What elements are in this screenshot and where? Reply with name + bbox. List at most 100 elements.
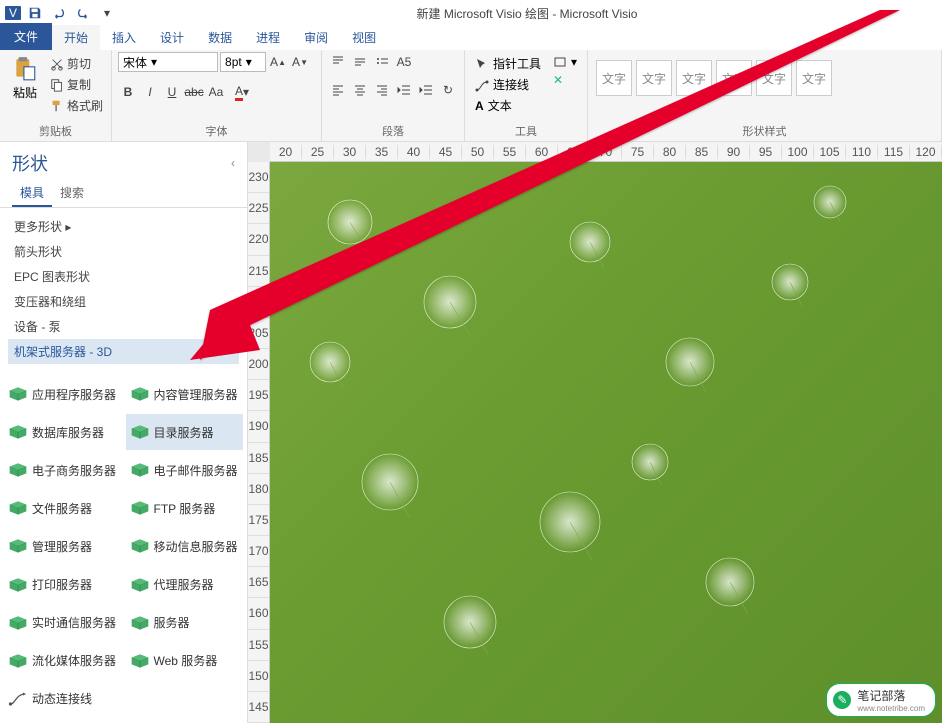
stencil-transformer[interactable]: 变压器和绕组 [8,289,239,314]
tab-insert[interactable]: 插入 [100,25,148,50]
shape-label: 服务器 [154,614,190,631]
shape-item[interactable]: 应用程序服务器 [4,376,122,412]
paste-button[interactable]: 粘贴 [6,52,44,101]
bold-button[interactable]: B [118,82,138,102]
shape-style-gallery[interactable]: 文字 文字 文字 文字 文字 文字 [594,52,834,100]
shape-item[interactable]: 数据库服务器 [4,414,122,450]
shape-item[interactable]: 目录服务器 [126,414,244,450]
tab-data[interactable]: 数据 [196,25,244,50]
shape-item[interactable]: 代理服务器 [126,567,244,603]
tab-file[interactable]: 文件 [0,23,52,50]
stencil-rack-server-3d[interactable]: 机架式服务器 - 3D [8,339,239,364]
shape-gallery: 应用程序服务器 内容管理服务器数据库服务器目录服务器电子商务服务器 电子邮件服务器文… [0,370,247,723]
shape-item[interactable]: FTP 服务器 [126,490,244,526]
shape-item[interactable]: 服务器 [126,605,244,641]
tab-view[interactable]: 视图 [340,25,388,50]
main-area: 形状 ‹ 模具 搜索 更多形状 ▸ 箭头形状 EPC 图表形状 变压器和绕组 设… [0,142,942,723]
shape-item[interactable]: 动态连接线 [4,681,243,717]
font-group-label: 字体 [118,121,315,141]
group-clipboard: 粘贴 剪切 复制 格式刷 剪贴板 [0,50,112,141]
grow-font-button[interactable]: A▲ [268,52,288,72]
save-icon[interactable] [26,4,44,22]
shapes-panel: 形状 ‹ 模具 搜索 更多形状 ▸ 箭头形状 EPC 图表形状 变压器和绕组 设… [0,142,248,723]
style-option-6[interactable]: 文字 [796,60,832,96]
shape-item[interactable]: 文件服务器 [4,490,122,526]
stencil-epc-shapes[interactable]: EPC 图表形状 [8,264,239,289]
format-painter-button[interactable]: 格式刷 [48,96,105,115]
style-option-5[interactable]: 文字 [756,60,792,96]
align-right-button[interactable] [372,80,392,100]
clipboard-group-label: 剪贴板 [6,121,105,141]
style-option-4[interactable]: 文字 [716,60,752,96]
title-bar: V ▾ 新建 Microsoft Visio 绘图 - Microsoft Vi… [0,0,942,26]
shape-label: 内容管理服务器 [154,386,238,403]
shape-label: 文件服务器 [32,500,92,517]
tools-group-label: 工具 [471,121,581,141]
paragraph-group-label: 段落 [328,121,458,141]
shape-item[interactable]: 管理服务器 [4,528,122,564]
cut-button[interactable]: 剪切 [48,54,105,73]
stencil-more-shapes[interactable]: 更多形状 ▸ [8,214,239,239]
underline-button[interactable]: U [162,82,182,102]
decrease-indent-button[interactable] [394,80,414,100]
align-left-button[interactable] [328,80,348,100]
shape-label: 流化媒体服务器 [32,652,116,669]
align-top-button[interactable] [328,52,348,72]
stencil-list: 更多形状 ▸ 箭头形状 EPC 图表形状 变压器和绕组 设备 - 泵 机架式服务… [0,208,247,370]
shape-label: 动态连接线 [32,690,92,707]
shape-label: 打印服务器 [32,576,92,593]
drawing-canvas[interactable] [270,162,942,723]
change-case-button[interactable]: Aa [206,82,226,102]
style-option-1[interactable]: 文字 [596,60,632,96]
shape-item[interactable]: 流化媒体服务器 [4,643,122,679]
italic-button[interactable]: I [140,82,160,102]
tab-home[interactable]: 开始 [52,25,100,50]
shapes-panel-title: 形状 [12,150,48,176]
stencil-arrow-shapes[interactable]: 箭头形状 [8,239,239,264]
visio-app-icon: V [4,4,22,22]
pointer-tool-button[interactable]: 指针工具 [471,54,545,73]
tab-process[interactable]: 进程 [244,25,292,50]
align-center-button[interactable] [350,80,370,100]
ruler-vertical: 2302252202152102052001951901851801751701… [248,162,270,723]
connection-point-button[interactable]: ✕ [549,72,581,88]
ribbon: 粘贴 剪切 复制 格式刷 剪贴板 宋体▾ 8pt▾ A▲ A▼ B I U ab… [0,50,942,142]
qat-dropdown-icon[interactable]: ▾ [98,4,116,22]
undo-icon[interactable] [50,4,68,22]
font-size-combo[interactable]: 8pt▾ [220,52,266,72]
tab-design[interactable]: 设计 [148,25,196,50]
text-direction-button[interactable]: A5 [394,52,414,72]
connector-tool-button[interactable]: 连接线 [471,75,545,94]
group-tools: 指针工具 连接线 A文本 ▾ ✕ 工具 [465,50,588,141]
redo-icon[interactable] [74,4,92,22]
stencil-device-pump[interactable]: 设备 - 泵 [8,314,239,339]
strikethrough-button[interactable]: abc [184,82,204,102]
panel-tab-stencils[interactable]: 模具 [12,180,52,207]
rotate-text-button[interactable]: ↻ [438,80,458,100]
shape-item[interactable]: 电子邮件服务器 [126,452,244,488]
collapse-panel-icon[interactable]: ‹ [231,156,235,170]
shape-item[interactable]: 实时通信服务器 [4,605,122,641]
shape-item[interactable]: 打印服务器 [4,567,122,603]
shape-label: 电子邮件服务器 [154,462,238,479]
shape-item[interactable]: 内容管理服务器 [126,376,244,412]
panel-tab-search[interactable]: 搜索 [52,180,92,207]
shape-item[interactable]: Web 服务器 [126,643,244,679]
style-option-2[interactable]: 文字 [636,60,672,96]
shrink-font-button[interactable]: A▼ [290,52,310,72]
group-shape-styles: 文字 文字 文字 文字 文字 文字 形状样式 [588,50,942,141]
chevron-down-icon: ▾ [246,55,252,69]
font-color-button[interactable]: A ▾ [228,82,256,102]
rectangle-tool-button[interactable]: ▾ [549,54,581,70]
style-option-3[interactable]: 文字 [676,60,712,96]
shape-item[interactable]: 移动信息服务器 [126,528,244,564]
font-name-combo[interactable]: 宋体▾ [118,52,218,72]
bullets-button[interactable] [372,52,392,72]
shape-label: 移动信息服务器 [154,538,238,555]
copy-button[interactable]: 复制 [48,75,105,94]
increase-indent-button[interactable] [416,80,436,100]
shape-item[interactable]: 电子商务服务器 [4,452,122,488]
align-middle-button[interactable] [350,52,370,72]
text-tool-button[interactable]: A文本 [471,96,545,115]
tab-review[interactable]: 审阅 [292,25,340,50]
